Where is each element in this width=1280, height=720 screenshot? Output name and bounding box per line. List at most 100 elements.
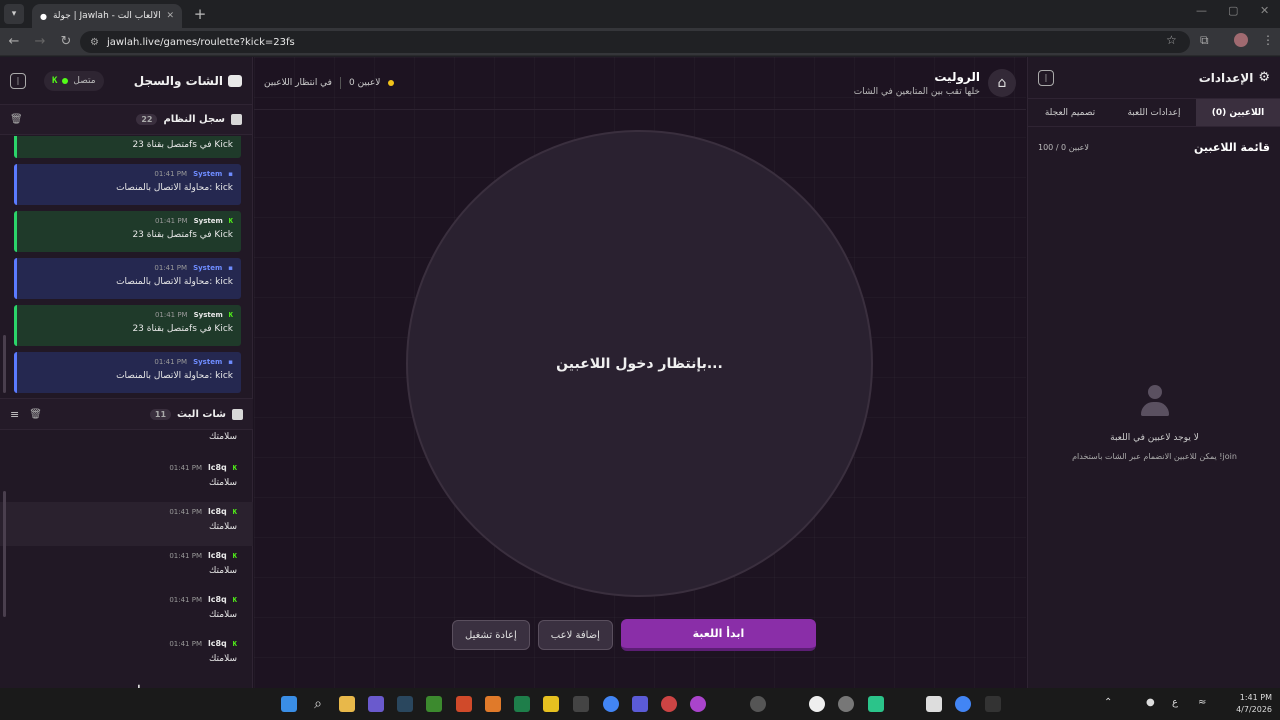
language-indicator[interactable]: ع xyxy=(1172,697,1178,708)
site-info-icon[interactable]: ⚙ xyxy=(90,37,99,48)
search-icon[interactable]: ⌕ xyxy=(310,696,326,712)
discord-icon[interactable] xyxy=(368,696,384,712)
log-item: متصل بقناة 23fs في Kick xyxy=(14,136,241,158)
kick-icon: K xyxy=(228,217,233,225)
system-chat-icon: ▪ xyxy=(228,170,233,178)
chat-username[interactable]: lc8q xyxy=(208,551,227,560)
empty-players-state: لا يوجد لاعبين في اللعبة يمكن للاعبين ال… xyxy=(1028,385,1280,461)
game-header: في انتظار اللاعبين 0 لاعبين الروليت خلها… xyxy=(254,57,1026,110)
maximize-button[interactable]: ▢ xyxy=(1228,4,1238,17)
app-icon[interactable] xyxy=(838,696,854,712)
app-icon[interactable] xyxy=(485,696,501,712)
player-list-title: قائمة اللاعبين xyxy=(1194,141,1270,154)
start-menu-icon[interactable] xyxy=(281,696,297,712)
wifi-icon[interactable]: ≈ xyxy=(1198,697,1206,708)
reload-icon[interactable]: ↻ xyxy=(54,30,78,54)
browser-menu-icon[interactable]: ⋮ xyxy=(1262,33,1274,47)
restart-button[interactable]: إعادة تشغيل xyxy=(452,620,530,650)
minecraft-icon[interactable] xyxy=(426,696,442,712)
profile-avatar[interactable] xyxy=(1234,33,1248,47)
app-icon[interactable] xyxy=(456,696,472,712)
log-icon xyxy=(231,114,242,125)
app-icon[interactable] xyxy=(573,696,589,712)
speedometer-icon[interactable] xyxy=(750,696,766,712)
chrome-active-icon[interactable] xyxy=(955,696,971,712)
log-item-source: System xyxy=(193,358,223,366)
tab-game-settings[interactable]: إعدادات اللعبة xyxy=(1112,99,1196,126)
close-window-button[interactable]: ✕ xyxy=(1260,4,1269,17)
app-icon[interactable] xyxy=(632,696,648,712)
kick-icon: K xyxy=(232,639,237,648)
chat-bubble-icon xyxy=(228,74,242,87)
log-item-text: متصل بقناة 23fs في Kick xyxy=(132,324,233,334)
chat-message-text: سلامتك xyxy=(208,654,237,664)
tab-close-icon[interactable]: ✕ xyxy=(166,11,174,21)
log-item-text: محاولة الاتصال بالمنصات: kick xyxy=(116,277,233,287)
log-scrollbar[interactable] xyxy=(3,335,6,393)
chat-username[interactable]: lc8q xyxy=(208,507,227,516)
app-icon[interactable] xyxy=(926,696,942,712)
chat-scrollbar[interactable] xyxy=(3,491,6,617)
wheel-waiting-text: بإنتظار دخول اللاعبين... xyxy=(556,355,723,372)
favicon-icon: ● xyxy=(40,11,47,21)
new-tab-button[interactable]: + xyxy=(188,5,212,23)
back-icon[interactable]: ← xyxy=(2,30,26,54)
tab-players[interactable]: اللاعبين (0) xyxy=(1196,99,1280,126)
collapse-settings-icon[interactable]: | xyxy=(1038,69,1054,86)
mic-icon[interactable]: ● xyxy=(1146,697,1155,708)
file-explorer-icon[interactable] xyxy=(339,696,355,712)
tray-overflow-icon[interactable]: ⌃ xyxy=(1104,697,1112,708)
forward-icon[interactable]: → xyxy=(28,30,52,54)
app-icon[interactable] xyxy=(661,696,677,712)
home-icon[interactable]: ⌂ xyxy=(988,69,1016,97)
log-item-time: 01:41 PM xyxy=(154,217,188,225)
chat-panel-title: الشات والسجل xyxy=(133,73,223,88)
chrome-icon[interactable] xyxy=(603,696,619,712)
address-bar[interactable]: ⚙ jawlah.live/games/roulette?kick=23fs xyxy=(80,31,1190,53)
system-log-list: متصل بقناة 23fs في Kick 01:41 PM System ▪ … xyxy=(0,136,253,396)
chat-message: 01:41 PM lc8q K سلامتك xyxy=(0,634,253,678)
browser-tab[interactable]: ● جولة | Jawlah - منصة الألعاب الت... ✕ xyxy=(32,4,182,28)
chat-message: 01:41 PM lc8q K سلامتك xyxy=(0,546,253,590)
system-chat-icon: ▪ xyxy=(228,358,233,366)
url-text: jawlah.live/games/roulette?kick=23fs xyxy=(106,36,295,48)
app-icon[interactable] xyxy=(514,696,530,712)
game-subtitle: خلها تقب بين المتابعين في الشات xyxy=(853,86,980,97)
extensions-icon[interactable]: ⧉ xyxy=(1200,33,1209,48)
app-icon[interactable] xyxy=(985,696,1001,712)
chat-username[interactable]: lc8q xyxy=(208,595,227,604)
chat-username[interactable]: lc8q xyxy=(208,639,227,648)
tab-search-icon[interactable]: ▾ xyxy=(4,4,24,24)
app-icon[interactable] xyxy=(809,696,825,712)
settings-title: الإعدادات xyxy=(1198,70,1254,85)
log-item-source: System xyxy=(193,264,223,272)
app-icon[interactable] xyxy=(868,696,884,712)
add-player-button[interactable]: إضافة لاعب xyxy=(537,620,613,650)
chat-time: 01:41 PM xyxy=(169,463,202,472)
chat-message-text: سلامتك xyxy=(208,522,237,532)
start-game-button[interactable]: ابدأ اللعبة xyxy=(620,619,816,651)
browser-toolbar: ← → ↻ ⚙ jawlah.live/games/roulette?kick=… xyxy=(0,28,1280,56)
app-icon[interactable] xyxy=(690,696,706,712)
app-icon[interactable] xyxy=(543,696,559,712)
tab-wheel-design[interactable]: تصميم العجلة xyxy=(1028,99,1112,126)
clear-log-trash-icon[interactable]: 🗑 xyxy=(10,114,23,125)
bookmark-star-icon[interactable]: ☆ xyxy=(1166,33,1177,47)
kick-icon: K xyxy=(232,507,237,516)
chat-time: 01:41 PM xyxy=(169,595,202,604)
game-title: الروليت xyxy=(934,69,980,84)
steam-icon[interactable] xyxy=(397,696,413,712)
clock[interactable]: 1:41 PM 4/7/2026 xyxy=(1236,692,1272,716)
clear-chat-trash-icon[interactable]: 🗑 xyxy=(29,409,42,420)
align-icon[interactable]: ≡ xyxy=(10,408,19,421)
collapse-panel-icon[interactable]: | xyxy=(10,72,26,89)
minimize-button[interactable]: — xyxy=(1196,4,1207,17)
log-item-source: System xyxy=(193,217,223,225)
chat-username[interactable]: lc8q xyxy=(208,463,227,472)
chat-message: 01:41 PM lc8q K سلامتك xyxy=(0,502,253,546)
chat-panel-header: | K متصل الشات والسجل xyxy=(0,57,252,105)
roulette-wheel[interactable]: بإنتظار دخول اللاعبين... xyxy=(406,130,873,597)
browser-tabbar: ▾ ● جولة | Jawlah - منصة الألعاب الت... … xyxy=(0,0,1280,28)
connection-status-label: متصل xyxy=(73,75,96,86)
chat-time: 01:41 PM xyxy=(169,639,202,648)
